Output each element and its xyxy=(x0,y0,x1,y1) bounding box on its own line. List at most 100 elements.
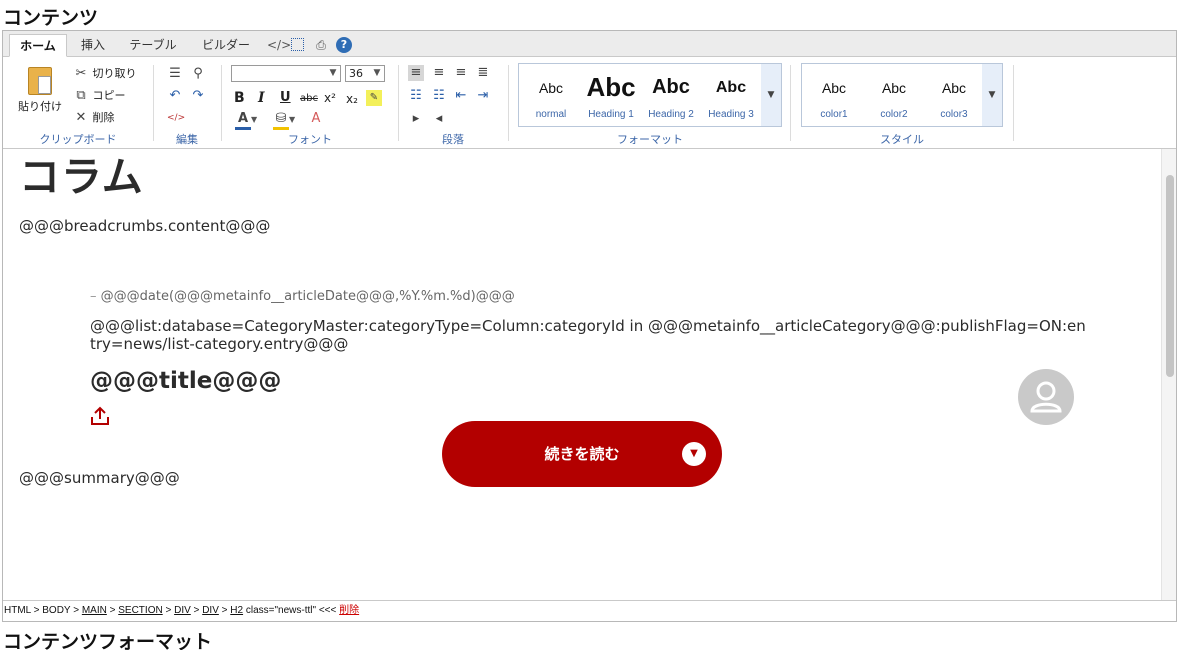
underline-button[interactable]: U xyxy=(280,90,291,106)
preview-icon[interactable]: ⎙ xyxy=(313,37,329,53)
align-left-button[interactable]: ≡ xyxy=(408,65,424,81)
copy-button[interactable]: ⧉ コピー xyxy=(73,88,125,104)
select-all-icon[interactable] xyxy=(291,38,304,51)
font-name-select[interactable]: ▼ xyxy=(231,65,341,82)
delete-button[interactable]: ✕ 削除 xyxy=(73,110,115,126)
remove-element-link[interactable]: 削除 xyxy=(339,605,359,616)
format-heading-3[interactable]: Abc Heading 3 xyxy=(701,64,761,126)
page-title: コラム xyxy=(19,153,144,201)
align-right-button[interactable]: ≡ xyxy=(453,65,469,81)
remove-tag-icon: </> xyxy=(167,113,186,123)
clear-tags-button[interactable]: </> xyxy=(167,110,186,126)
path-item[interactable]: DIV xyxy=(174,605,191,616)
indent-button[interactable]: ⇥ xyxy=(475,88,491,104)
user-icon xyxy=(1030,381,1062,413)
format-heading-2[interactable]: Abc Heading 2 xyxy=(641,64,701,126)
avatar xyxy=(1018,369,1074,425)
format-label: normal xyxy=(535,109,567,120)
numbered-list-button[interactable]: ☷ xyxy=(431,88,447,104)
style-more-button[interactable]: ▼ xyxy=(982,64,1002,126)
undo-button[interactable]: ↶ xyxy=(167,88,183,104)
vertical-scrollbar[interactable] xyxy=(1161,149,1176,600)
ribbon-toolbar: 貼り付け ✂ 切り取り ⧉ コピー ✕ 削除 クリップボード ☰ ⚲ ↶ ↷ <… xyxy=(3,57,1176,149)
group-label-edit: 編集 xyxy=(176,133,198,146)
ltr-button[interactable]: ▸ xyxy=(408,111,424,127)
superscript-button[interactable]: x² xyxy=(324,90,336,106)
read-more-button[interactable]: 続きを読む ▼ xyxy=(442,421,722,487)
share-icon[interactable] xyxy=(89,405,111,427)
format-sample: Abc xyxy=(538,80,564,96)
align-right-icon: ≡ xyxy=(455,65,467,80)
chevron-down-icon: ▼ xyxy=(289,115,296,124)
read-more-label: 続きを読む xyxy=(544,445,620,463)
strikethrough-button[interactable]: abc xyxy=(300,91,318,107)
justify-button[interactable]: ≣ xyxy=(475,65,491,81)
source-code-icon[interactable]: </> xyxy=(267,37,291,53)
eraser-icon: A xyxy=(311,111,321,126)
style-color3[interactable]: Abc color3 xyxy=(924,64,984,126)
find-button[interactable]: ⚲ xyxy=(190,66,206,82)
subscript-button[interactable]: x₂ xyxy=(346,91,358,107)
group-divider xyxy=(221,65,222,141)
group-divider xyxy=(508,65,509,141)
category-list-placeholder: @@@list:database=CategoryMaster:category… xyxy=(90,317,1086,353)
editor-content-area[interactable]: コラム @@@breadcrumbs.content@@@ – @@@date(… xyxy=(3,149,1161,600)
font-size-select[interactable]: 36 ▼ xyxy=(345,65,385,82)
group-divider xyxy=(1013,65,1014,141)
find-replace-button[interactable]: ☰ xyxy=(167,66,183,82)
scrollbar-thumb[interactable] xyxy=(1166,175,1174,377)
breadcrumb-placeholder: @@@breadcrumbs.content@@@ xyxy=(19,217,271,235)
style-label: color1 xyxy=(820,109,848,120)
close-icon: ✕ xyxy=(75,110,87,125)
path-item[interactable]: H2 xyxy=(230,605,243,616)
redo-button[interactable]: ↷ xyxy=(190,88,206,104)
font-color-button[interactable]: A ▼ xyxy=(235,111,257,130)
tab-table[interactable]: テーブル xyxy=(121,34,185,57)
tab-builder[interactable]: ビルダー xyxy=(193,34,259,57)
rtl-button[interactable]: ◂ xyxy=(431,111,447,127)
group-label-format: フォーマット xyxy=(617,133,683,146)
redo-icon: ↷ xyxy=(192,88,204,103)
style-color1[interactable]: Abc color1 xyxy=(804,64,864,126)
justify-icon: ≣ xyxy=(477,65,489,80)
tab-insert[interactable]: 挿入 xyxy=(71,34,115,57)
highlight-color-button[interactable]: ⛁ ▼ xyxy=(273,111,295,130)
binoculars-icon: ⚲ xyxy=(193,66,203,81)
cut-button[interactable]: ✂ 切り取り xyxy=(73,66,137,82)
style-label: color2 xyxy=(880,109,908,120)
italic-button[interactable]: I xyxy=(258,90,265,106)
font-color-icon: A xyxy=(235,111,251,130)
chevron-down-icon: ▼ xyxy=(767,90,775,100)
copy-icon: ⧉ xyxy=(76,88,86,103)
path-item[interactable]: DIV xyxy=(202,605,219,616)
format-more-button[interactable]: ▼ xyxy=(761,64,781,126)
format-heading-1[interactable]: Abc Heading 1 xyxy=(581,64,641,126)
path-item[interactable]: MAIN xyxy=(82,605,107,616)
align-center-button[interactable]: ≡ xyxy=(431,65,447,81)
paste-button[interactable]: 貼り付け xyxy=(17,67,63,115)
style-color2[interactable]: Abc color2 xyxy=(864,64,924,126)
help-icon[interactable]: ? xyxy=(336,37,352,53)
find-replace-icon: ☰ xyxy=(169,66,181,81)
format-label: Heading 1 xyxy=(588,109,634,120)
path-attributes: class="news-ttl" xyxy=(245,605,317,616)
outdent-button[interactable]: ⇤ xyxy=(453,88,469,104)
eraser-button[interactable]: A xyxy=(308,111,324,127)
format-normal[interactable]: Abc normal xyxy=(521,64,581,126)
cut-label: 切り取り xyxy=(92,67,137,80)
path-item[interactable]: SECTION xyxy=(118,605,162,616)
align-center-icon: ≡ xyxy=(433,65,445,80)
element-path-bar: HTML > BODY > MAIN > SECTION > DIV > DIV… xyxy=(3,600,1176,621)
article-title-placeholder: @@@title@@@ xyxy=(90,368,282,394)
group-label-style: スタイル xyxy=(880,133,924,146)
ribbon-tab-bar: ホーム 挿入 テーブル ビルダー </> ⎙ ? xyxy=(3,31,1176,57)
style-sample: Abc xyxy=(821,80,847,96)
bullet-list-button[interactable]: ☷ xyxy=(408,88,424,104)
clear-format-button[interactable]: ✎ xyxy=(366,89,382,106)
format-label: Heading 2 xyxy=(648,109,694,120)
tab-home[interactable]: ホーム xyxy=(9,34,67,57)
path-item: BODY xyxy=(42,605,71,616)
bold-button[interactable]: B xyxy=(234,90,245,106)
style-sample: Abc xyxy=(881,80,907,96)
spellcheck-icon: ✎ xyxy=(366,90,382,106)
